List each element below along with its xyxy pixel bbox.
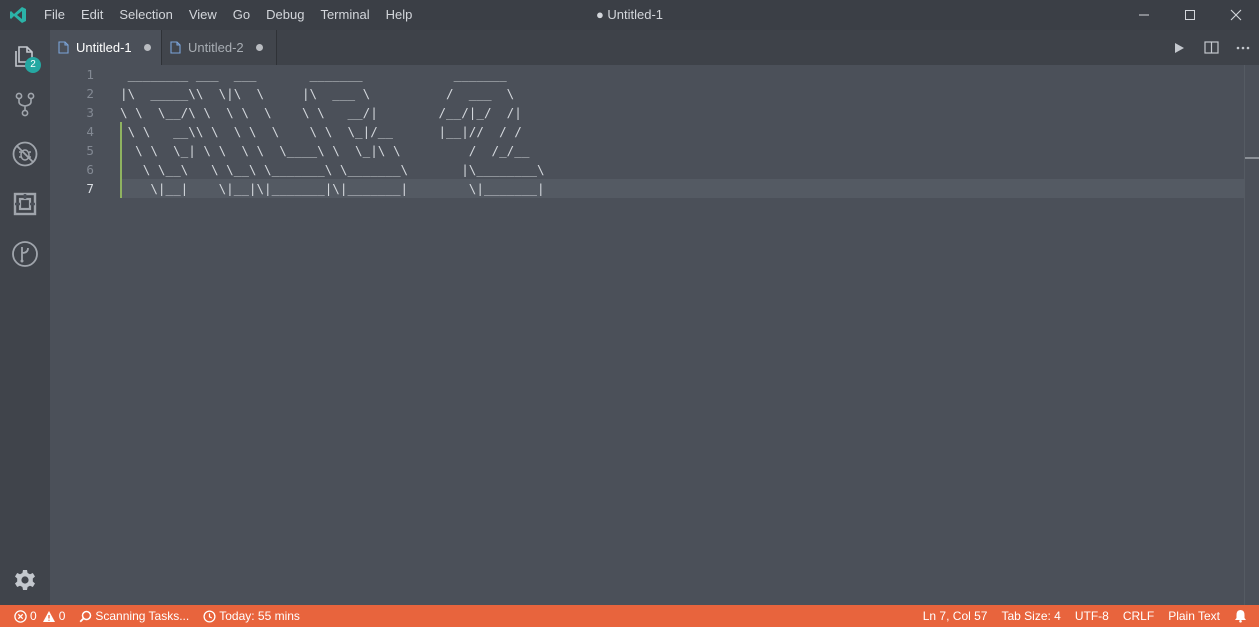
git-graph-icon — [12, 241, 38, 267]
error-icon — [14, 609, 27, 623]
warning-count: 0 — [58, 609, 66, 623]
extensions-icon — [13, 192, 37, 216]
maximize-icon — [1185, 10, 1195, 20]
window-title: ● Untitled-1 — [595, 7, 664, 22]
warning-icon — [42, 610, 55, 622]
extensions-button[interactable] — [0, 180, 50, 228]
tab-untitled-2[interactable]: Untitled-2 — [162, 30, 277, 65]
code-line: \ \__\ \ \__\ \_______\ \_______\ |\____… — [120, 162, 545, 177]
menu-selection[interactable]: Selection — [111, 0, 180, 30]
settings-button[interactable] — [0, 556, 50, 604]
tab-label: Untitled-1 — [76, 40, 132, 55]
git-graph-button[interactable] — [0, 230, 50, 278]
split-editor-icon — [1203, 41, 1219, 54]
line-number: 3 — [86, 105, 94, 120]
notifications-button[interactable] — [1227, 605, 1259, 627]
code-line: |\ _____\\ \|\ \ |\ ___ \ / ___ \ — [120, 86, 515, 101]
menu-debug[interactable]: Debug — [258, 0, 312, 30]
close-button[interactable] — [1213, 0, 1259, 30]
line-number-gutter: 1 2 3 4 5 6 7 — [50, 65, 120, 605]
editor-area[interactable]: 1 2 3 4 5 6 7 ________ ___ ___ _______ _… — [50, 65, 1259, 605]
title-bar: File Edit Selection View Go Debug Termin… — [0, 0, 1259, 30]
code-line: \ \ \__/\ \ \ \ \ \ \ __/| /__/|_/ /| — [120, 105, 522, 120]
time-tracker[interactable]: Today: 55 mins — [196, 605, 307, 627]
line-number-current: 7 — [86, 181, 94, 196]
cursor-position[interactable]: Ln 7, Col 57 — [916, 605, 995, 627]
run-icon — [1175, 42, 1184, 53]
file-icon — [170, 41, 181, 54]
code-line: ________ ___ ___ _______ _______ — [120, 67, 507, 82]
close-icon — [1230, 9, 1242, 21]
tab-label: Untitled-2 — [188, 40, 244, 55]
menu-bar: File Edit Selection View Go Debug Termin… — [36, 0, 420, 30]
minimize-icon — [1139, 14, 1149, 16]
run-button[interactable] — [1163, 30, 1195, 65]
code-line: \|__| \|__|\|_______|\|_______| \|______… — [120, 181, 545, 196]
error-count: 0 — [30, 609, 37, 623]
code-text-area[interactable]: ________ ___ ___ _______ _______ |\ ____… — [120, 65, 1245, 605]
more-actions-button[interactable] — [1227, 30, 1259, 65]
split-editor-button[interactable] — [1195, 30, 1227, 65]
tab-size[interactable]: Tab Size: 4 — [994, 605, 1067, 627]
problems-indicator[interactable]: 0 0 — [10, 605, 72, 627]
unsaved-dot-icon[interactable] — [143, 44, 151, 51]
debug-button[interactable] — [0, 130, 50, 178]
maximize-button[interactable] — [1167, 0, 1213, 30]
line-number: 5 — [86, 143, 94, 158]
menu-terminal[interactable]: Terminal — [312, 0, 377, 30]
activity-bar: 2 — [0, 30, 50, 605]
explorer-badge: 2 — [25, 57, 41, 73]
code-line: \ \ \_| \ \ \ \ \____\ \ \_|\ \ / /_/__ — [120, 143, 530, 158]
bell-icon — [1235, 610, 1246, 623]
menu-go[interactable]: Go — [225, 0, 258, 30]
tasks-label: Scanning Tasks... — [95, 609, 190, 623]
line-number: 4 — [86, 124, 94, 139]
menu-help[interactable]: Help — [378, 0, 421, 30]
clock-icon — [203, 609, 216, 623]
editor-tab-bar: Untitled-1 Untitled-2 — [50, 30, 1259, 65]
minimize-button[interactable] — [1121, 0, 1167, 30]
line-number: 2 — [86, 86, 94, 101]
status-bar: 0 0 Scanning Tasks... Today: 55 mins Ln … — [0, 605, 1259, 627]
unsaved-dot-icon[interactable] — [255, 44, 263, 51]
vscode-logo-icon — [0, 0, 36, 30]
end-of-line[interactable]: CRLF — [1116, 605, 1161, 627]
encoding[interactable]: UTF-8 — [1068, 605, 1116, 627]
source-control-button[interactable] — [0, 80, 50, 128]
more-actions-icon — [1236, 46, 1250, 49]
menu-edit[interactable]: Edit — [73, 0, 111, 30]
tab-untitled-1[interactable]: Untitled-1 — [50, 30, 162, 65]
tasks-status[interactable]: Scanning Tasks... — [72, 605, 196, 627]
vertical-scrollbar[interactable] — [1244, 65, 1259, 605]
cursor-position-marker — [1245, 157, 1259, 159]
code-line: \ \ __\\ \ \ \ \ \ \ \_|/__ |__|// / / — [120, 124, 522, 139]
no-debug-icon — [12, 141, 38, 167]
language-mode[interactable]: Plain Text — [1161, 605, 1227, 627]
explorer-button[interactable]: 2 — [0, 32, 50, 80]
menu-file[interactable]: File — [36, 0, 73, 30]
settings-gear-icon — [15, 570, 35, 590]
file-icon — [58, 41, 69, 54]
line-number: 6 — [86, 162, 94, 177]
time-label: Today: 55 mins — [219, 609, 300, 623]
line-number: 1 — [86, 67, 94, 82]
source-control-icon — [15, 92, 35, 117]
menu-view[interactable]: View — [181, 0, 225, 30]
search-icon — [79, 610, 92, 622]
